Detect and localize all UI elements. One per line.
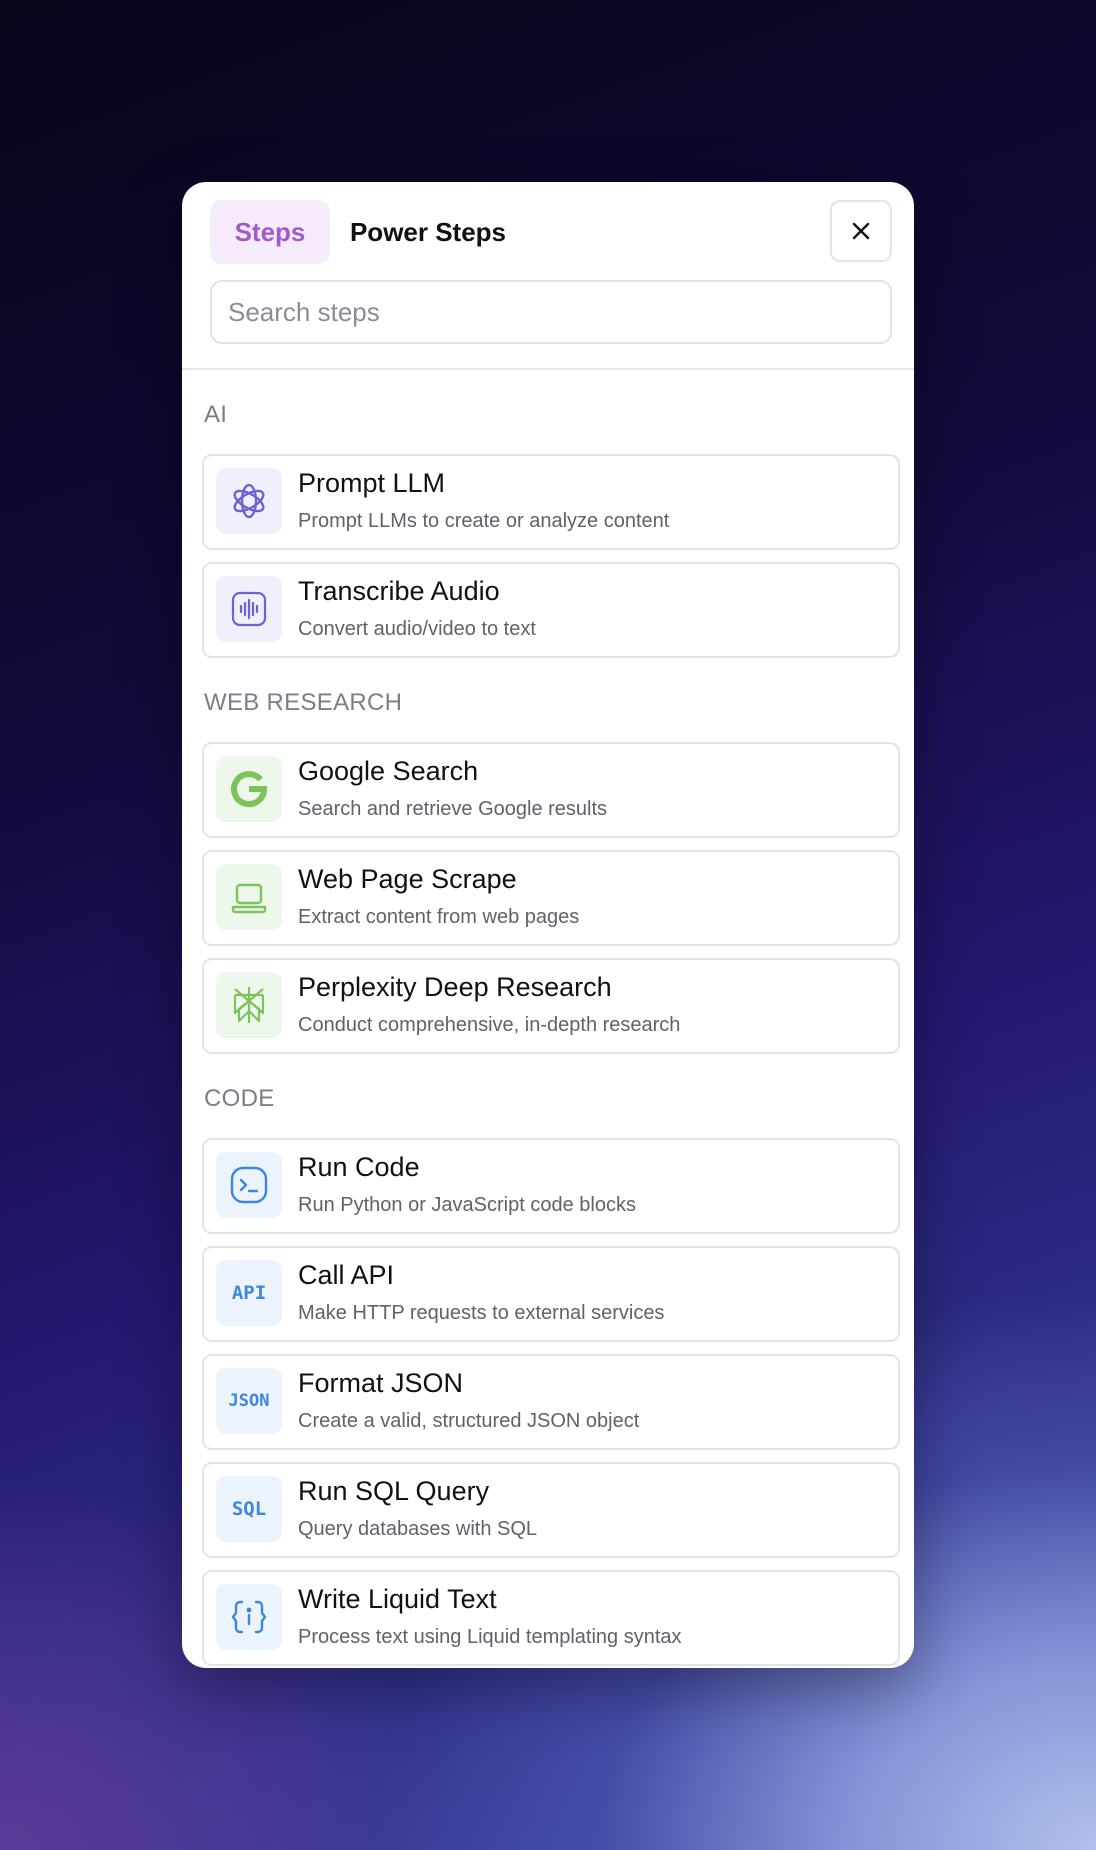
api-icon-text: API [231,1282,267,1304]
step-title: Call API [298,1260,395,1290]
step-google-search[interactable]: Google Search Search and retrieve Google… [202,742,900,838]
step-title: Web Page Scrape [298,864,517,894]
sql-icon-text: SQL [231,1498,267,1520]
step-transcribe-audio[interactable]: Transcribe Audio Convert audio/video to … [202,562,900,658]
step-description: Search and retrieve Google results [298,798,608,820]
close-button[interactable] [830,200,892,262]
step-title: Google Search [298,756,479,786]
section-title-ai: AI [204,401,228,428]
step-run-sql-query[interactable]: SQL Run SQL Query Query databases with S… [202,1462,900,1558]
openai-icon [216,468,282,534]
step-description: Process text using Liquid templating syn… [298,1626,682,1648]
section-title-code: CODE [204,1085,275,1112]
step-description: Extract content from web pages [298,906,580,928]
api-icon: API [216,1260,282,1326]
section-title-web-research: WEB RESEARCH [204,689,403,716]
google-icon [216,756,282,822]
laptop-icon [216,864,282,930]
step-web-page-scrape[interactable]: Web Page Scrape Extract content from web… [202,850,900,946]
steps-modal: Steps Power Steps AI Prompt LLM [182,182,914,1668]
step-perplexity-deep-research[interactable]: Perplexity Deep Research Conduct compreh… [202,958,900,1054]
steps-list: AI Prompt LLM Prompt LLMs to create or a… [182,370,914,1666]
step-prompt-llm[interactable]: Prompt LLM Prompt LLMs to create or anal… [202,454,900,550]
tab-steps[interactable]: Steps [210,200,330,264]
modal-header: Steps Power Steps [182,182,914,370]
step-title: Perplexity Deep Research [298,972,612,1002]
tab-power-steps[interactable]: Power Steps [342,200,514,264]
audio-wave-icon [216,576,282,642]
step-description: Query databases with SQL [298,1518,538,1540]
step-run-code[interactable]: Run Code Run Python or JavaScript code b… [202,1138,900,1234]
json-icon-text: JSON [228,1391,270,1411]
step-title: Format JSON [298,1368,464,1398]
search-input[interactable] [210,280,892,344]
json-icon: JSON [216,1368,282,1434]
step-title: Run SQL Query [298,1476,490,1506]
step-description: Create a valid, structured JSON object [298,1410,640,1432]
step-description: Prompt LLMs to create or analyze content [298,510,670,532]
step-description: Convert audio/video to text [298,618,536,640]
step-call-api[interactable]: API Call API Make HTTP requests to exter… [202,1246,900,1342]
braces-icon [216,1584,282,1650]
step-description: Make HTTP requests to external services [298,1302,665,1324]
step-title: Prompt LLM [298,468,446,498]
step-format-json[interactable]: JSON Format JSON Create a valid, structu… [202,1354,900,1450]
step-title: Transcribe Audio [298,576,500,606]
step-title: Write Liquid Text [298,1584,497,1614]
step-description: Run Python or JavaScript code blocks [298,1194,636,1216]
step-write-liquid-text[interactable]: Write Liquid Text Process text using Liq… [202,1570,900,1666]
step-title: Run Code [298,1152,420,1182]
step-description: Conduct comprehensive, in-depth research [298,1014,681,1036]
close-icon [852,222,870,240]
terminal-icon [216,1152,282,1218]
sql-icon: SQL [216,1476,282,1542]
perplexity-icon [216,972,282,1038]
